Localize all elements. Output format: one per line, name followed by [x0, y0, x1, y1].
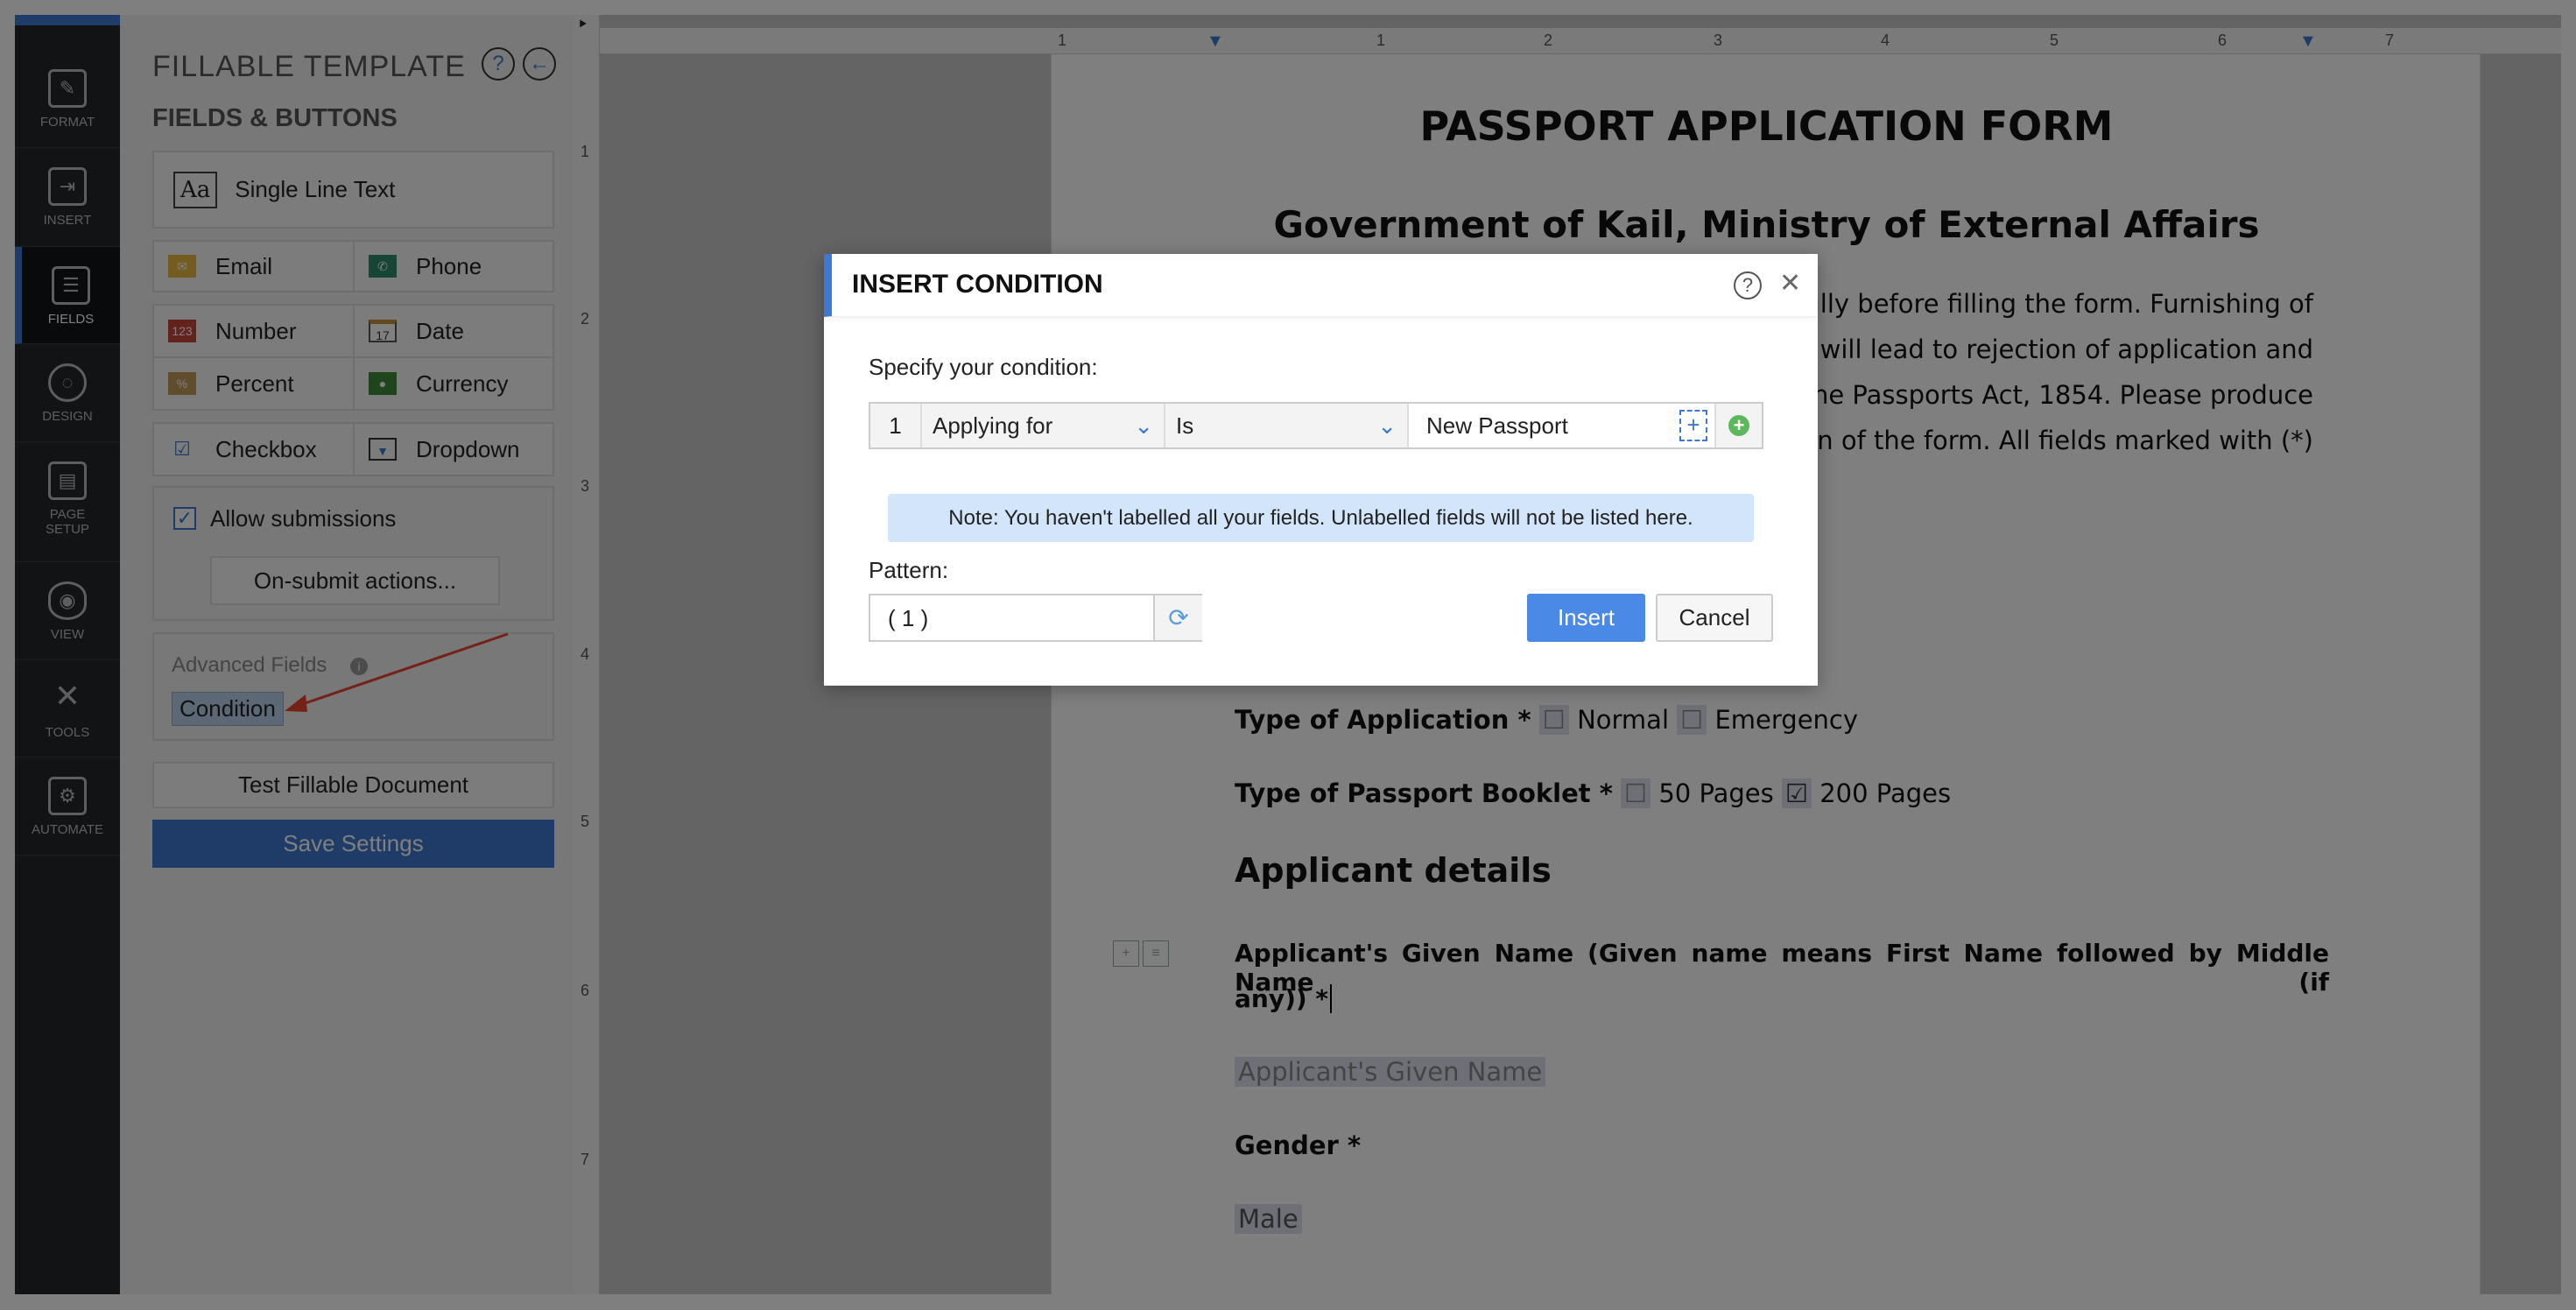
operator-select[interactable]: Is ⌄: [1165, 404, 1409, 447]
specify-label: Specify your condition:: [869, 354, 1098, 380]
row-number: 1: [870, 404, 922, 447]
cancel-button[interactable]: Cancel: [1656, 594, 1773, 642]
select-value: Is: [1176, 412, 1194, 439]
help-icon[interactable]: ?: [1734, 271, 1762, 299]
chevron-down-icon: ⌄: [1377, 412, 1397, 439]
dialog-title: INSERT CONDITION: [852, 270, 1103, 299]
unlabelled-note: Note: You haven't labelled all your fiel…: [888, 494, 1754, 542]
pattern-value: ( 1 ): [888, 605, 929, 631]
add-condition-button[interactable]: +: [1716, 404, 1762, 447]
refresh-icon[interactable]: ⟳: [1153, 595, 1202, 640]
insert-field-icon[interactable]: +: [1679, 410, 1707, 441]
insert-button[interactable]: Insert: [1527, 594, 1645, 642]
pattern-input[interactable]: ( 1 ) ⟳: [869, 594, 1202, 642]
select-value: Applying for: [933, 412, 1053, 439]
insert-condition-dialog: INSERT CONDITION ? ✕ Specify your condit…: [824, 254, 1818, 686]
field-select[interactable]: Applying for ⌄: [922, 404, 1165, 447]
pattern-label: Pattern:: [869, 557, 949, 583]
value-input[interactable]: New Passport +: [1409, 404, 1716, 447]
condition-row: 1 Applying for ⌄ Is ⌄ New Passport + +: [869, 402, 1763, 449]
plus-circle-icon: +: [1728, 415, 1749, 436]
chevron-down-icon: ⌄: [1134, 412, 1153, 439]
close-icon[interactable]: ✕: [1779, 268, 1801, 299]
input-value: New Passport: [1426, 412, 1568, 439]
dialog-header: INSERT CONDITION ? ✕: [824, 254, 1818, 317]
